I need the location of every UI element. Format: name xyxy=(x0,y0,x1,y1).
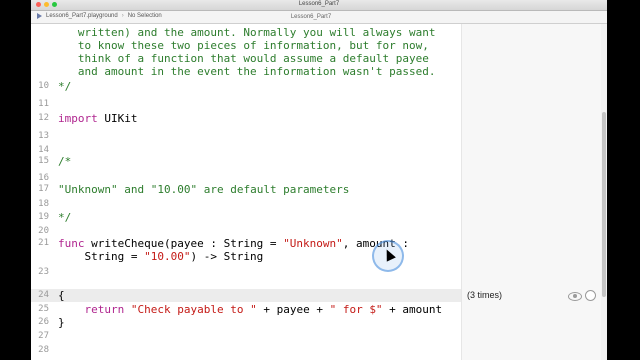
line-number: 26 xyxy=(38,317,49,327)
window-title: Lesson6_Part7 xyxy=(298,1,340,7)
comment-text: "Unknown" and "10.00" are default parame… xyxy=(58,183,350,196)
line-number: 12 xyxy=(38,113,49,123)
quick-look-eye-icon[interactable] xyxy=(568,292,582,301)
line-number: 10 xyxy=(38,81,49,91)
breadcrumb-file[interactable]: Lesson6_Part7.playground xyxy=(46,13,118,19)
code-line[interactable]: 26 } xyxy=(31,316,461,329)
code-editor[interactable]: written) and the amount. Normally you wi… xyxy=(31,24,607,360)
playground-icon xyxy=(37,13,42,19)
code-line[interactable]: 11 xyxy=(31,98,461,111)
line-number: 15 xyxy=(38,156,49,166)
breadcrumb-selection[interactable]: No Selection xyxy=(128,13,162,19)
line-number: 21 xyxy=(38,238,49,248)
xcode-window: Lesson6_Part7 Lesson6_Part7.playground ›… xyxy=(31,0,607,360)
results-sidebar xyxy=(461,24,602,360)
breadcrumb-separator-icon: › xyxy=(121,13,124,19)
close-brace: } xyxy=(58,316,65,329)
line-number: 17 xyxy=(38,184,49,194)
line-number: 27 xyxy=(38,331,49,341)
code-line[interactable]: and amount in the event the information … xyxy=(31,65,461,78)
show-result-circle-icon[interactable] xyxy=(585,290,596,301)
comment-open: /* xyxy=(58,155,72,168)
editor-tab[interactable]: Lesson6_Part7 xyxy=(251,14,371,23)
import-statement: import UIKit xyxy=(58,112,138,125)
code-line[interactable]: 28 xyxy=(31,344,461,357)
code-line[interactable]: 12 import UIKit xyxy=(31,112,461,125)
breadcrumb: Lesson6_Part7.playground › No Selection xyxy=(37,13,162,19)
code-line[interactable]: 24 { xyxy=(31,289,461,302)
code-line[interactable]: 27 xyxy=(31,330,461,343)
line-number: 28 xyxy=(38,345,49,355)
title-bar: Lesson6_Part7 xyxy=(31,0,607,11)
code-line[interactable]: 17 "Unknown" and "10.00" are default par… xyxy=(31,183,461,196)
code-line[interactable]: think of a function that would assume a … xyxy=(31,52,461,65)
code-line[interactable]: 13 xyxy=(31,130,461,143)
result-value[interactable]: (3 times) xyxy=(467,289,502,302)
comment-close: */ xyxy=(58,211,72,224)
function-signature: func writeCheque(payee : String = "Unkno… xyxy=(58,237,410,250)
code-line[interactable]: written) and the amount. Normally you wi… xyxy=(31,26,461,39)
open-brace: { xyxy=(58,289,65,302)
code-line[interactable]: 15 /* xyxy=(31,155,461,168)
code-line[interactable]: 10 */ xyxy=(31,80,461,93)
line-number: 25 xyxy=(38,304,49,314)
line-number: 24 xyxy=(38,290,49,300)
code-line[interactable]: 18 xyxy=(31,198,461,211)
scrollbar-thumb[interactable] xyxy=(602,112,606,297)
return-statement: return "Check payable to " + payee + " f… xyxy=(84,303,443,316)
line-number: 11 xyxy=(38,99,49,109)
code-line[interactable]: to know these two pieces of information,… xyxy=(31,39,461,52)
line-number: 23 xyxy=(38,267,49,277)
line-number: 18 xyxy=(38,199,49,209)
vertical-scrollbar[interactable] xyxy=(601,24,607,360)
code-line[interactable]: 19 */ xyxy=(31,211,461,224)
comment-close: */ xyxy=(58,80,72,93)
code-line[interactable]: 25 return "Check payable to " + payee + … xyxy=(31,303,461,316)
line-number: 13 xyxy=(38,131,49,141)
line-number: 19 xyxy=(38,212,49,222)
function-signature-continued: String = "10.00") -> String xyxy=(58,250,264,263)
